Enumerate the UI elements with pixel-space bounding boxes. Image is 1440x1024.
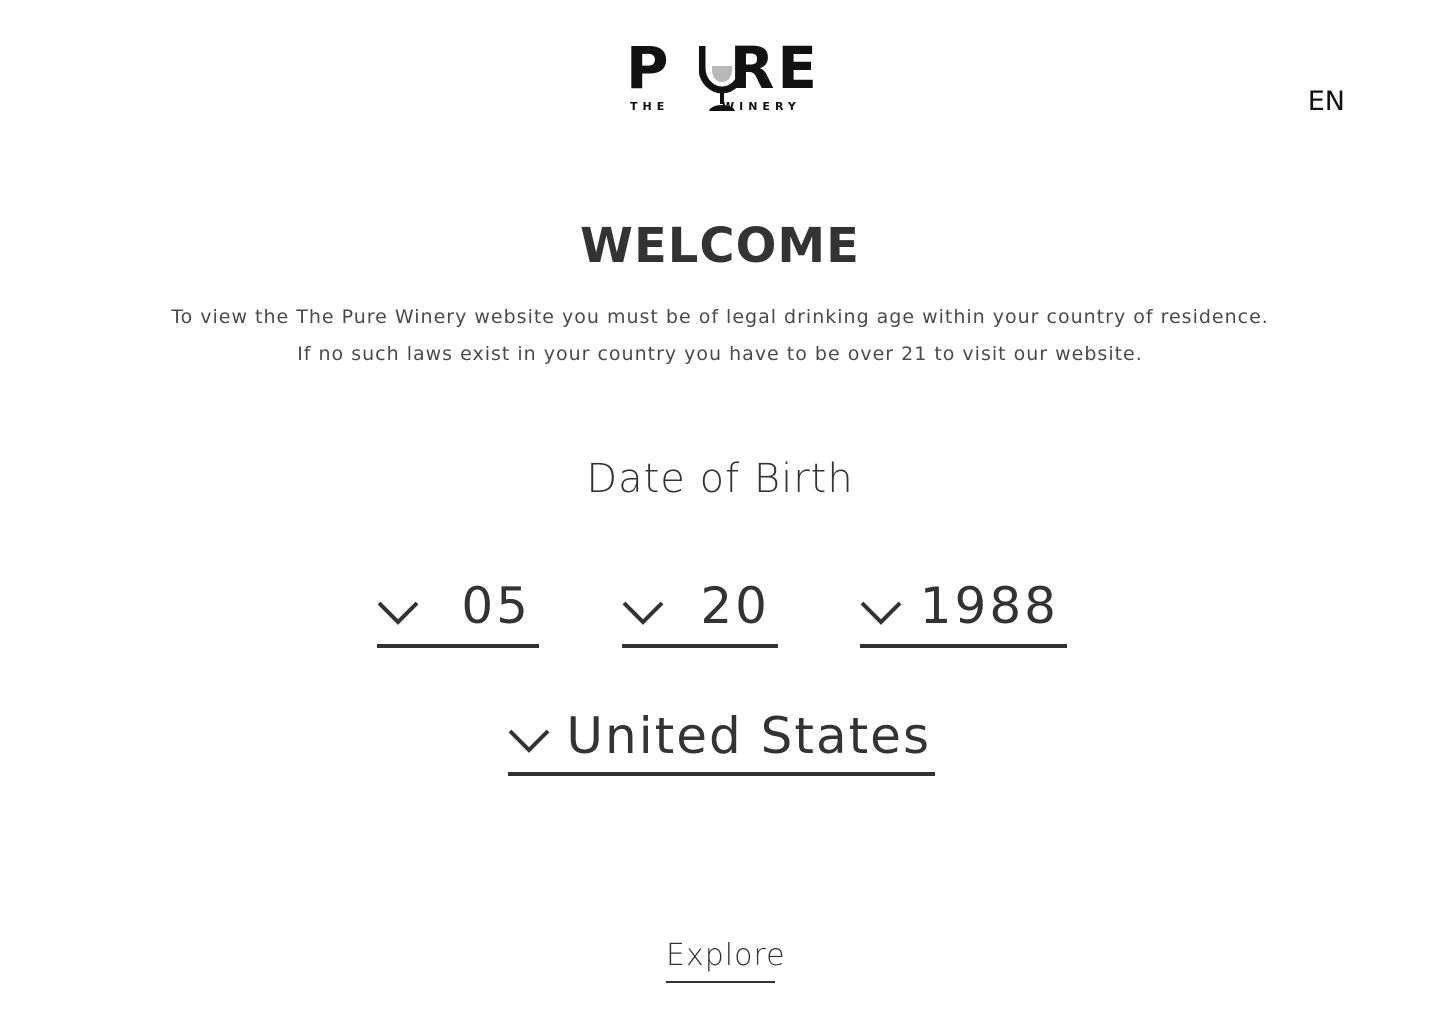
age-requirement-text: To view the The Pure Winery website you … [171,306,1269,328]
age-gate-page: P RE THE WINERY EN WELCOME To view the T… [0,0,1440,1024]
logo-subtitle-the: THE [630,100,670,113]
chevron-down-icon [860,601,902,625]
year-select[interactable]: 1988 [860,575,1067,648]
date-of-birth-label: Date of Birth [586,456,854,502]
chevron-down-icon [622,601,664,625]
explore-button[interactable]: Explore [666,938,785,983]
country-value: United States [566,707,931,765]
month-value: 05 [461,577,531,635]
chevron-down-icon [377,601,419,625]
page-title: WELCOME [580,218,860,274]
logo-subtitle-winery: WINERY [722,100,801,113]
logo-letter-p: P [626,34,672,102]
winery-logo: P RE THE WINERY [626,34,820,116]
month-select[interactable]: 05 [377,575,539,648]
country-select[interactable]: United States [508,703,935,776]
day-select[interactable]: 20 [622,575,778,648]
chevron-down-icon [508,729,550,753]
age-fallback-text: If no such laws exist in your country yo… [297,343,1143,365]
language-selector[interactable]: EN [1308,86,1345,117]
day-value: 20 [700,577,770,635]
year-value: 1988 [919,577,1059,635]
